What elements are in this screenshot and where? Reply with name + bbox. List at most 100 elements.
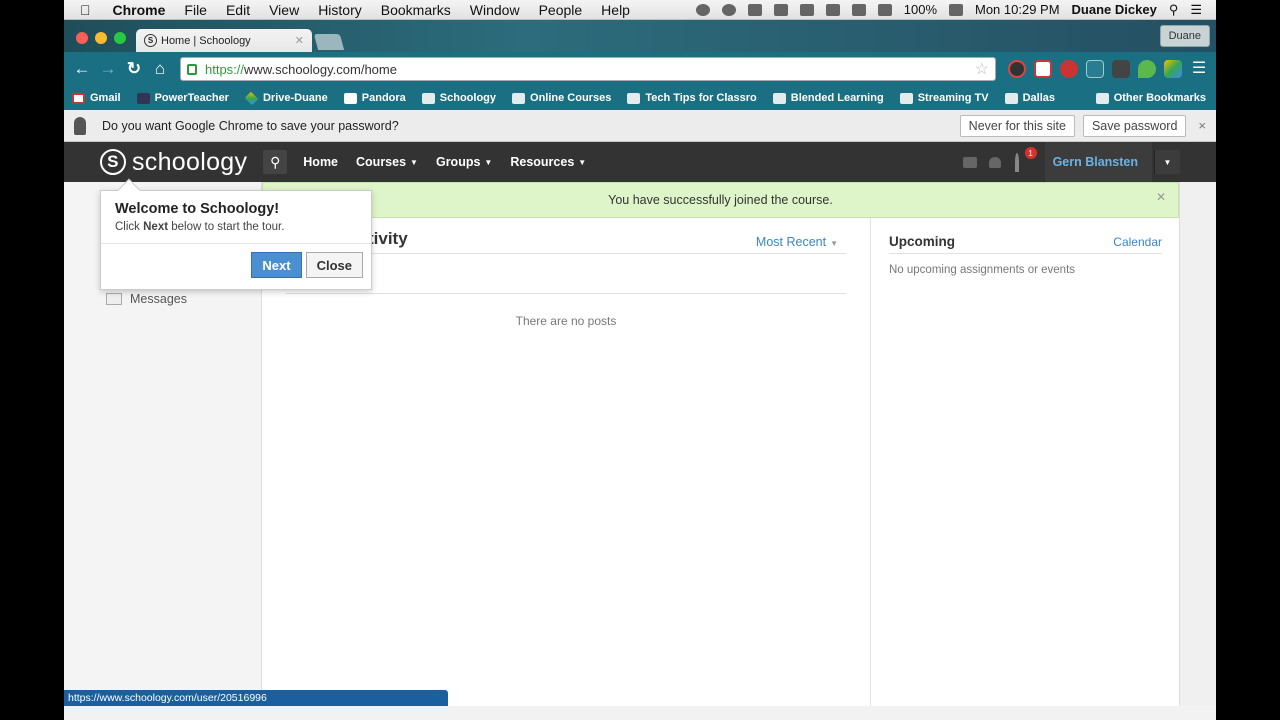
bookmark-pandora[interactable]: Pandora	[343, 92, 406, 104]
menu-bookmarks[interactable]: Bookmarks	[381, 2, 451, 18]
gmail-extension-icon[interactable]	[1034, 60, 1052, 78]
menubar-user[interactable]: Duane Dickey	[1072, 2, 1157, 17]
menu-people[interactable]: People	[539, 2, 583, 18]
time-machine-icon[interactable]	[799, 3, 814, 16]
logo-wordmark: schoology	[132, 147, 248, 176]
notification-bell-icon[interactable]	[695, 3, 710, 16]
bookmark-folder-dallas[interactable]: Dallas	[1004, 92, 1055, 104]
url-scheme: https://	[205, 61, 245, 77]
screen:  Chrome File Edit View History Bookmark…	[64, 0, 1216, 720]
evernote-icon[interactable]	[747, 3, 762, 16]
nav-groups[interactable]: Groups ▼	[436, 155, 492, 169]
sidebar-item-label: Messages	[130, 292, 187, 306]
clock[interactable]: Mon 10:29 PM	[975, 2, 1060, 17]
bookmark-drive-duane[interactable]: Drive-Duane	[244, 91, 328, 105]
drive-status-icon[interactable]	[773, 3, 788, 16]
chrome-menu-icon[interactable]: ☰	[1190, 60, 1208, 78]
extensions-area: ☰	[1008, 60, 1208, 78]
zoom-window-icon[interactable]	[114, 32, 126, 44]
tab-schoology-home[interactable]: S Home | Schoology ✕	[136, 29, 312, 52]
sort-dropdown[interactable]: Most Recent ▼	[756, 235, 838, 249]
bookmark-folder-blended-learning[interactable]: Blended Learning	[772, 92, 884, 104]
powerteacher-icon	[136, 92, 150, 104]
key-icon	[74, 116, 86, 135]
wifi-icon[interactable]	[877, 3, 892, 16]
requests-icon[interactable]	[988, 156, 1001, 168]
menu-window[interactable]: Window	[470, 2, 520, 18]
letterbox-right	[1216, 0, 1280, 720]
bookmark-label: Drive-Duane	[262, 92, 328, 104]
close-window-icon[interactable]	[76, 32, 88, 44]
schoology-favicon-icon: S	[144, 34, 157, 47]
menu-history[interactable]: History	[318, 2, 362, 18]
calendar-link[interactable]: Calendar	[1113, 235, 1162, 249]
schoology-logo[interactable]: S schoology	[100, 148, 247, 177]
chevron-down-icon: ▼	[578, 158, 587, 167]
extension-circle-icon[interactable]	[1008, 60, 1026, 78]
battery-icon[interactable]	[949, 3, 963, 16]
never-for-this-site-button[interactable]: Never for this site	[959, 114, 1075, 137]
new-tab-button[interactable]	[313, 34, 345, 50]
page-body: Messages You have successfully joined th…	[64, 178, 1216, 706]
bookmarks-bar: Gmail PowerTeacher Drive-Duane Pandora S…	[64, 86, 1216, 110]
close-tab-icon[interactable]: ✕	[295, 34, 304, 47]
spotlight-search-icon[interactable]: ⚲	[1169, 2, 1179, 18]
bookmark-other-bookmarks[interactable]: Other Bookmarks	[1095, 92, 1206, 104]
reload-icon[interactable]: ↻	[124, 59, 144, 79]
nav-courses[interactable]: Courses ▼	[356, 155, 418, 169]
cast-icon[interactable]	[1086, 60, 1104, 78]
record-icon[interactable]	[721, 3, 736, 16]
close-button[interactable]: Close	[305, 252, 363, 278]
messages-icon[interactable]	[962, 156, 977, 168]
nav-resources[interactable]: Resources ▼	[510, 155, 586, 169]
next-button[interactable]: Next	[251, 252, 302, 278]
tour-text-before: Click	[115, 221, 144, 233]
nav-home[interactable]: Home	[303, 155, 338, 169]
user-menu[interactable]: Gern Blansten	[1044, 142, 1152, 182]
dismiss-banner-icon[interactable]: ✕	[1156, 190, 1166, 204]
bookmark-folder-schoology[interactable]: Schoology	[421, 92, 496, 104]
save-password-button[interactable]: Save password	[1082, 114, 1187, 137]
volume-icon[interactable]	[851, 3, 866, 16]
bookmark-folder-streaming-tv[interactable]: Streaming TV	[899, 92, 989, 104]
drive-extension-icon[interactable]	[1164, 60, 1182, 78]
folder-icon	[1004, 92, 1018, 104]
menu-help[interactable]: Help	[601, 2, 630, 18]
apple-icon[interactable]: 	[80, 2, 91, 18]
main-nav: Home Courses ▼ Groups ▼ Resources ▼	[303, 155, 586, 169]
menu-edit[interactable]: Edit	[226, 2, 250, 18]
gmail-icon	[72, 92, 85, 104]
forward-arrow-icon[interactable]: →	[98, 59, 118, 79]
evernote-extension-icon[interactable]	[1138, 60, 1156, 78]
address-bar[interactable]: https:// www.schoology.com/home ☆	[180, 57, 996, 81]
bookmark-label: Blended Learning	[790, 92, 884, 104]
close-infobar-icon[interactable]: ×	[1198, 118, 1206, 133]
notifications-button[interactable]: 1	[1014, 147, 1037, 172]
schoology-s-icon: S	[100, 149, 126, 175]
upcoming-title: Upcoming	[889, 234, 955, 249]
chevron-down-icon: ▼	[830, 239, 838, 248]
minimize-window-icon[interactable]	[95, 32, 107, 44]
back-arrow-icon[interactable]: ←	[72, 59, 92, 79]
infobar-message: Do you want Google Chrome to save your p…	[102, 118, 399, 133]
user-dropdown-chevron-icon[interactable]: ▼	[1154, 150, 1180, 174]
sidebar-item-messages[interactable]: Messages	[106, 292, 187, 306]
home-icon[interactable]: ⌂	[150, 59, 170, 79]
menu-app[interactable]: Chrome	[113, 2, 166, 18]
tour-text-bold: Next	[143, 221, 169, 233]
search-icon[interactable]: ⚲	[263, 150, 288, 174]
menu-view[interactable]: View	[269, 2, 299, 18]
bookmark-star-icon[interactable]: ☆	[975, 59, 989, 79]
bookmark-folder-online-courses[interactable]: Online Courses	[512, 92, 611, 104]
bookmark-folder-tech-tips[interactable]: Tech Tips for Classro	[627, 92, 757, 104]
bluetooth-icon[interactable]	[825, 3, 840, 16]
pandora-icon	[343, 92, 357, 104]
bookmark-gmail[interactable]: Gmail	[72, 92, 121, 104]
extension-badge-icon[interactable]	[1112, 60, 1130, 78]
bookmark-powerteacher[interactable]: PowerTeacher	[136, 92, 229, 104]
notification-center-icon[interactable]: ☰	[1190, 2, 1202, 18]
chevron-down-icon: ▼	[410, 158, 418, 167]
profile-button[interactable]: Duane	[1159, 25, 1210, 47]
adblock-plus-icon[interactable]	[1060, 60, 1078, 78]
menu-file[interactable]: File	[184, 2, 207, 18]
